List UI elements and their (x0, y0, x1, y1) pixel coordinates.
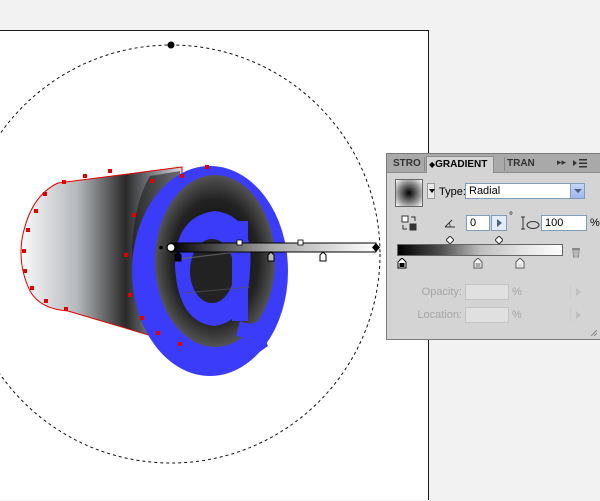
radius-handle[interactable] (167, 41, 175, 49)
tab-stroke[interactable]: STRO (393, 156, 423, 173)
location-field (465, 307, 581, 323)
aspect-ratio-value: 100 (545, 217, 564, 229)
tab-separator (504, 157, 505, 171)
opacity-label: Opacity: (421, 286, 462, 298)
angle-dropdown-button[interactable] (491, 215, 507, 231)
panel-tab-bar: STRO ◆GRADIENT TRAN ▸▸ (387, 154, 600, 173)
reverse-gradient-icon[interactable] (401, 215, 417, 231)
gradient-panel: STRO ◆GRADIENT TRAN ▸▸ Type: Radial 0 ° (386, 153, 600, 340)
location-unit: % (512, 309, 522, 321)
opacity-field (465, 284, 581, 300)
midpoint-diamond-icon[interactable] (446, 236, 454, 244)
type-label: Type: (439, 186, 466, 198)
angle-value: 0 (470, 217, 477, 229)
color-stop-icon[interactable] (397, 258, 407, 269)
midpoint-diamond-icon[interactable] (495, 236, 503, 244)
tab-gradient-label: GRADIENT (435, 159, 488, 170)
aspect-ratio-unit: % (590, 217, 600, 229)
panel-menu-icon[interactable] (573, 157, 587, 169)
at-symbol-glyph[interactable] (132, 166, 288, 376)
location-dropdown-button (570, 308, 586, 322)
aspect-ratio-icon (521, 216, 540, 230)
collapse-panel-icon[interactable]: ▸▸ (557, 157, 566, 168)
resize-grip-icon[interactable] (591, 330, 597, 336)
tab-transparency[interactable]: TRAN (507, 156, 539, 173)
delete-stop-icon[interactable] (570, 246, 582, 258)
gradient-type-select[interactable]: Radial (465, 183, 585, 199)
color-stop-icon[interactable] (515, 258, 525, 269)
gradient-slider-ramp[interactable] (397, 244, 563, 256)
angle-icon (444, 219, 455, 228)
color-stop-icon[interactable] (473, 258, 483, 269)
tab-separator (424, 157, 425, 171)
tab-gradient[interactable]: ◆GRADIENT (426, 156, 494, 173)
gradient-type-value: Radial (469, 185, 501, 197)
angle-field[interactable]: 0 (466, 215, 490, 231)
aspect-ratio-field[interactable]: 100 (541, 215, 587, 231)
chevron-down-icon[interactable] (570, 184, 584, 198)
gradient-preset-dropdown[interactable] (427, 183, 435, 199)
artwork-canvas[interactable] (0, 31, 429, 501)
gradient-preview-swatch[interactable] (395, 179, 423, 207)
artboard[interactable] (0, 30, 429, 500)
location-label: Location: (417, 309, 462, 321)
opacity-unit: % (512, 286, 522, 298)
degree-symbol: ° (509, 211, 513, 222)
opacity-dropdown-button (570, 285, 586, 299)
